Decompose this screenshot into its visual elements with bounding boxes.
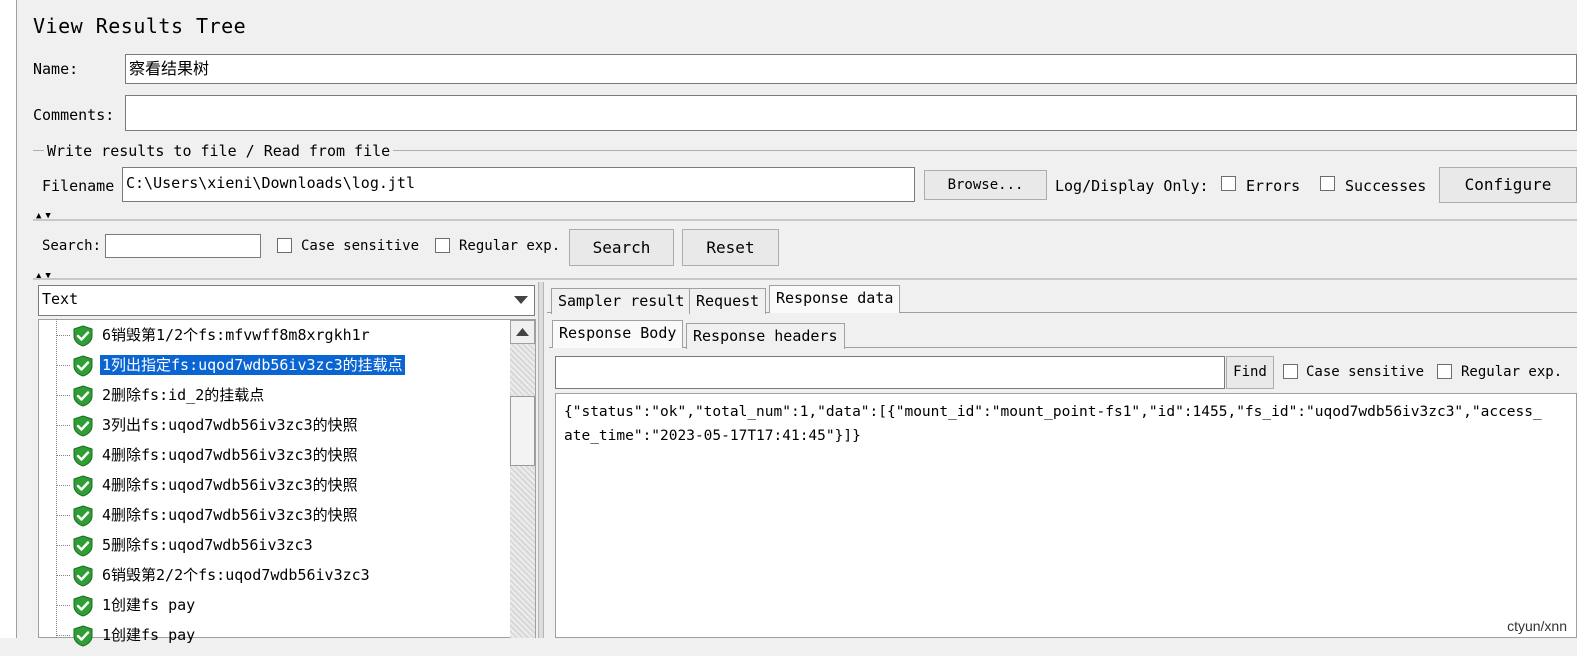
browse-button[interactable]: Browse... — [924, 170, 1047, 200]
tab-sampler-result[interactable]: Sampler result — [551, 288, 692, 314]
success-shield-icon — [72, 444, 94, 467]
successes-label: Successes — [1345, 177, 1427, 195]
name-input[interactable]: 察看结果树 — [125, 54, 1577, 84]
tree-item-label: 3列出fs:uqod7wdb56iv3zc3的快照 — [102, 416, 358, 434]
renderer-select-value: Text — [42, 290, 79, 308]
tree-connector — [56, 485, 70, 486]
tree-item[interactable]: 4删除fs:uqod7wdb56iv3zc3的快照 — [56, 441, 360, 469]
tree-item-label: 1创建fs pay — [102, 626, 196, 644]
tree-item-label: 1创建fs pay — [102, 596, 196, 614]
tree-item[interactable]: 6销毁第1/2个fs:mfvwff8m8xrgkh1r — [56, 321, 372, 349]
success-shield-icon — [72, 564, 94, 587]
tree-connector — [56, 635, 70, 636]
filename-input[interactable]: C:\Users\xieni\Downloads\log.jtl — [122, 167, 915, 202]
find-regex-checkbox[interactable] — [1437, 364, 1452, 379]
find-input[interactable] — [555, 356, 1225, 389]
tree-scroll-up-button[interactable] — [510, 320, 535, 344]
panel-title: View Results Tree — [33, 14, 247, 38]
split-divider-top[interactable] — [33, 219, 1577, 221]
left-edge-strip — [0, 0, 17, 638]
search-case-sensitive-checkbox[interactable] — [277, 238, 292, 253]
tree-item-label: 2删除fs:id_2的挂载点 — [102, 386, 265, 404]
success-shield-icon — [72, 414, 94, 437]
split-divider-middle[interactable] — [33, 278, 1577, 280]
success-shield-icon — [72, 504, 94, 527]
tab-response-body[interactable]: Response Body — [552, 320, 684, 348]
comments-input[interactable] — [125, 95, 1577, 131]
success-shield-icon — [72, 594, 94, 617]
comments-label: Comments: — [33, 106, 115, 124]
chevron-up-icon — [516, 328, 529, 336]
tree-item-label: 1列出指定fs:uqod7wdb56iv3zc3的挂载点 — [100, 355, 405, 375]
search-button[interactable]: Search — [569, 229, 674, 266]
success-shield-icon — [72, 534, 94, 557]
find-button[interactable]: Find — [1226, 356, 1274, 389]
response-line-1: {"status":"ok","total_num":1,"data":[{"m… — [564, 404, 1542, 420]
success-shield-icon — [72, 354, 94, 377]
success-shield-icon — [72, 624, 94, 647]
success-shield-icon — [72, 474, 94, 497]
search-regex-checkbox[interactable] — [435, 238, 450, 253]
tab-response-headers[interactable]: Response headers — [686, 323, 845, 349]
success-shield-icon — [72, 384, 94, 407]
tree-item-label: 4删除fs:uqod7wdb56iv3zc3的快照 — [102, 506, 358, 524]
tree-connector — [56, 515, 70, 516]
tree-item-label: 4删除fs:uqod7wdb56iv3zc3的快照 — [102, 446, 358, 464]
tree-item-label: 5删除fs:uqod7wdb56iv3zc3 — [102, 536, 313, 554]
tree-connector — [56, 335, 70, 336]
tree-item-label: 6销毁第2/2个fs:uqod7wdb56iv3zc3 — [102, 566, 370, 584]
tree-item[interactable]: 4删除fs:uqod7wdb56iv3zc3的快照 — [56, 501, 360, 529]
tree-item[interactable]: 5删除fs:uqod7wdb56iv3zc3 — [56, 531, 315, 559]
tree-item[interactable]: 4删除fs:uqod7wdb56iv3zc3的快照 — [56, 471, 360, 499]
search-case-sensitive-label: Case sensitive — [301, 238, 420, 254]
tree-connector — [56, 455, 70, 456]
tree-item[interactable]: 1列出指定fs:uqod7wdb56iv3zc3的挂载点 — [56, 351, 405, 379]
errors-checkbox[interactable] — [1221, 176, 1236, 191]
configure-button[interactable]: Configure — [1439, 167, 1577, 203]
tree-item[interactable]: 3列出fs:uqod7wdb56iv3zc3的快照 — [56, 411, 360, 439]
tab-request[interactable]: Request — [689, 288, 767, 314]
vertical-split-divider[interactable] — [538, 282, 544, 638]
file-group-legend: Write results to file / Read from file — [44, 142, 394, 160]
response-line-2: ate_time":"2023-05-17T17:41:45"}]} — [564, 428, 861, 444]
find-regex-label: Regular exp. — [1461, 364, 1563, 380]
watermark: ctyun/xnn — [1507, 618, 1567, 634]
search-input[interactable] — [105, 234, 261, 258]
tree-item[interactable]: 2删除fs:id_2的挂载点 — [56, 381, 266, 409]
renderer-select[interactable]: Text — [38, 285, 535, 316]
tree-connector — [56, 395, 70, 396]
tree-item-label: 4删除fs:uqod7wdb56iv3zc3的快照 — [102, 476, 358, 494]
tree-scrollbar-thumb[interactable] — [510, 396, 535, 466]
find-case-sensitive-label: Case sensitive — [1306, 364, 1425, 380]
success-shield-icon — [72, 324, 94, 347]
search-label: Search: — [42, 238, 102, 254]
left-strip-fragment — [0, 272, 10, 296]
find-case-sensitive-checkbox[interactable] — [1283, 364, 1298, 379]
tree-connector — [56, 425, 70, 426]
tree-connector — [56, 545, 70, 546]
tab-response-data[interactable]: Response data — [769, 285, 901, 313]
reset-button[interactable]: Reset — [682, 229, 779, 266]
name-label: Name: — [33, 60, 79, 78]
successes-checkbox[interactable] — [1320, 176, 1335, 191]
tree-connector — [56, 605, 70, 606]
filename-label: Filename — [42, 177, 115, 195]
response-body-text[interactable]: {"status":"ok","total_num":1,"data":[{"m… — [555, 393, 1577, 638]
chevron-down-icon[interactable] — [511, 290, 531, 310]
errors-label: Errors — [1246, 177, 1301, 195]
tree-item[interactable]: 1创建fs pay — [56, 591, 197, 619]
tree-item-label: 6销毁第1/2个fs:mfvwff8m8xrgkh1r — [102, 326, 370, 344]
tree-item[interactable]: 1创建fs pay — [56, 621, 197, 649]
search-regex-label: Regular exp. — [459, 238, 561, 254]
tree-item[interactable]: 6销毁第2/2个fs:uqod7wdb56iv3zc3 — [56, 561, 372, 589]
tree-scrollbar-track[interactable] — [510, 320, 535, 638]
log-display-label: Log/Display Only: — [1055, 177, 1209, 195]
tree-connector — [56, 365, 70, 366]
tree-connector — [56, 575, 70, 576]
